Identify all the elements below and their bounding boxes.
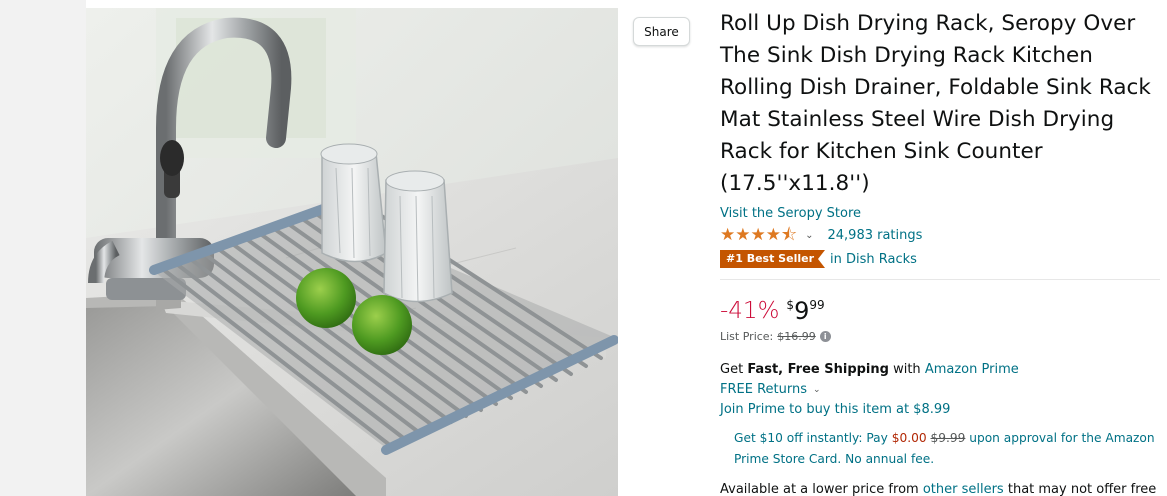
shipping-row: Get Fast, Free Shipping with Amazon Prim… — [720, 360, 1160, 380]
list-price-label: List Price: — [720, 330, 774, 343]
price-fraction: 99 — [809, 298, 825, 312]
product-photo-illustration — [86, 8, 618, 496]
free-returns-label: FREE Returns — [720, 382, 807, 397]
shipping-with: with — [893, 362, 921, 377]
share-button[interactable]: Share — [633, 17, 690, 46]
info-icon[interactable]: i — [819, 331, 831, 342]
chevron-down-icon: ⌄ — [812, 385, 821, 395]
product-title: Roll Up Dish Drying Rack, Seropy Over Th… — [720, 11, 1151, 196]
shipping-fast-free: Fast, Free Shipping — [747, 362, 889, 377]
lower-price-notice: Available at a lower price from other se… — [720, 480, 1160, 496]
divider — [720, 279, 1160, 280]
star-icon: ★ — [720, 224, 736, 245]
star-icon: ★ — [735, 224, 751, 245]
price-row: -41% $ 9 99 — [720, 297, 1160, 327]
card-offer-pay-price: $0.00 — [891, 431, 927, 445]
lower-price-text-1: Available at a lower price from — [720, 482, 919, 496]
price: $ 9 99 — [786, 297, 824, 325]
star-rating[interactable]: ★ ★ ★ ★ ⯪ — [720, 224, 798, 245]
list-price-value: $16.99 — [777, 330, 816, 343]
store-link[interactable]: Visit the Seropy Store — [720, 205, 1160, 222]
ratings-count-link[interactable]: 24,983 ratings — [828, 228, 923, 243]
list-price-row: List Price: $16.99 i — [720, 330, 1160, 343]
bestseller-category-link[interactable]: in Dish Racks — [830, 252, 917, 267]
amazon-prime-link[interactable]: Amazon Prime — [925, 362, 1019, 377]
card-offer-old-price: $9.99 — [930, 431, 966, 445]
lower-price-text-2: that may not offer free — [1007, 482, 1157, 496]
star-icon: ★ — [765, 224, 781, 245]
card-offer-text-1: Get $10 off instantly: Pay — [734, 431, 888, 445]
shipping-get: Get — [720, 362, 744, 377]
free-returns-link[interactable]: FREE Returns ⌄ — [720, 380, 1160, 400]
bestseller-badge[interactable]: #1 Best Seller — [720, 250, 825, 268]
image-gallery: Share — [0, 0, 700, 496]
star-half-icon: ⯪ — [781, 224, 798, 245]
discount-percentage: -41% — [720, 298, 780, 324]
price-currency-symbol: $ — [786, 298, 795, 312]
product-image[interactable] — [86, 8, 618, 496]
join-prime-link[interactable]: Join Prime to buy this item at $8.99 — [720, 400, 1160, 420]
rating-row: ★ ★ ★ ★ ⯪ ⌄ 24,983 ratings — [720, 225, 1160, 245]
chevron-down-icon[interactable]: ⌄ — [805, 230, 813, 241]
image-gallery-margin — [0, 0, 86, 496]
other-sellers-link[interactable]: other sellers — [923, 482, 1004, 496]
product-details: Roll Up Dish Drying Rack, Seropy Over Th… — [720, 8, 1160, 496]
price-whole: 9 — [794, 297, 810, 325]
card-offer[interactable]: Get $10 off instantly: Pay $0.00 $9.99 u… — [720, 428, 1160, 470]
bestseller-row: #1 Best Seller in Dish Racks — [720, 250, 1160, 268]
star-icon: ★ — [750, 224, 766, 245]
